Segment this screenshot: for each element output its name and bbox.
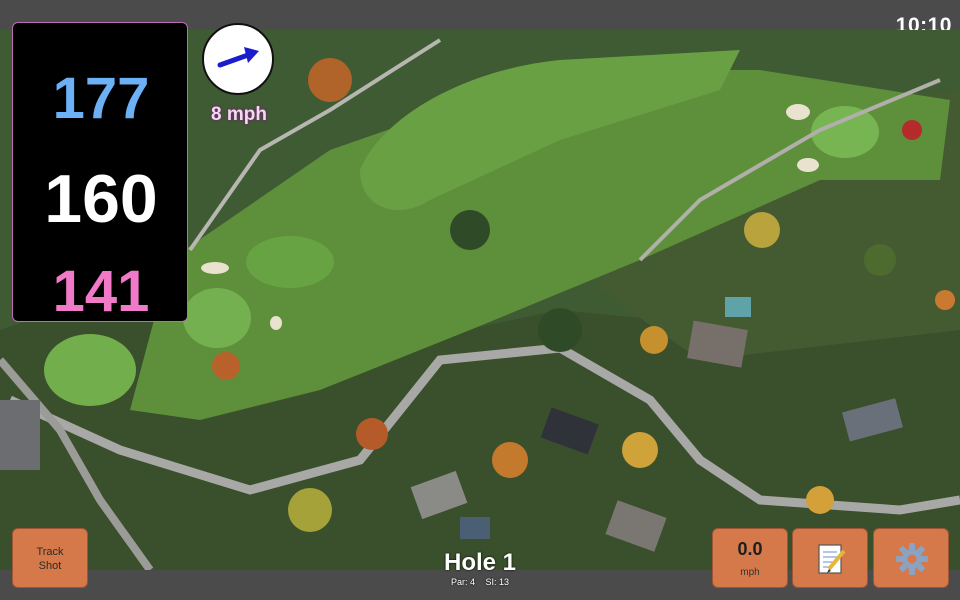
hole-info: Par: 4 SI: 13 [380, 577, 580, 587]
speed-unit: mph [740, 567, 760, 578]
track-shot-label-line1: Track [36, 546, 64, 558]
speed-value: 0.0 [737, 539, 763, 559]
front-yardage: 141 [52, 259, 150, 324]
hole-stroke-index: SI: 13 [485, 577, 510, 587]
yardage-panel: 177 160 141 [12, 22, 188, 324]
gear-icon [896, 543, 928, 575]
hole-title: Hole 1 [443, 549, 517, 576]
hole-par: Par: 4 [450, 577, 475, 587]
arrow-right-up-icon [217, 47, 259, 68]
notepad-icon [818, 544, 846, 574]
settings-button[interactable] [873, 528, 949, 588]
back-yardage: 177 [52, 66, 150, 131]
wind-speed: 8 mph [211, 104, 267, 125]
middle-yardage: 160 [44, 161, 158, 237]
track-shot-label-line2: Shot [38, 560, 62, 572]
speed-button[interactable]: 0.0 mph [712, 528, 788, 588]
track-shot-button[interactable]: Track Shot [12, 528, 88, 588]
notes-button[interactable] [792, 528, 868, 588]
wind-indicator [202, 23, 274, 95]
